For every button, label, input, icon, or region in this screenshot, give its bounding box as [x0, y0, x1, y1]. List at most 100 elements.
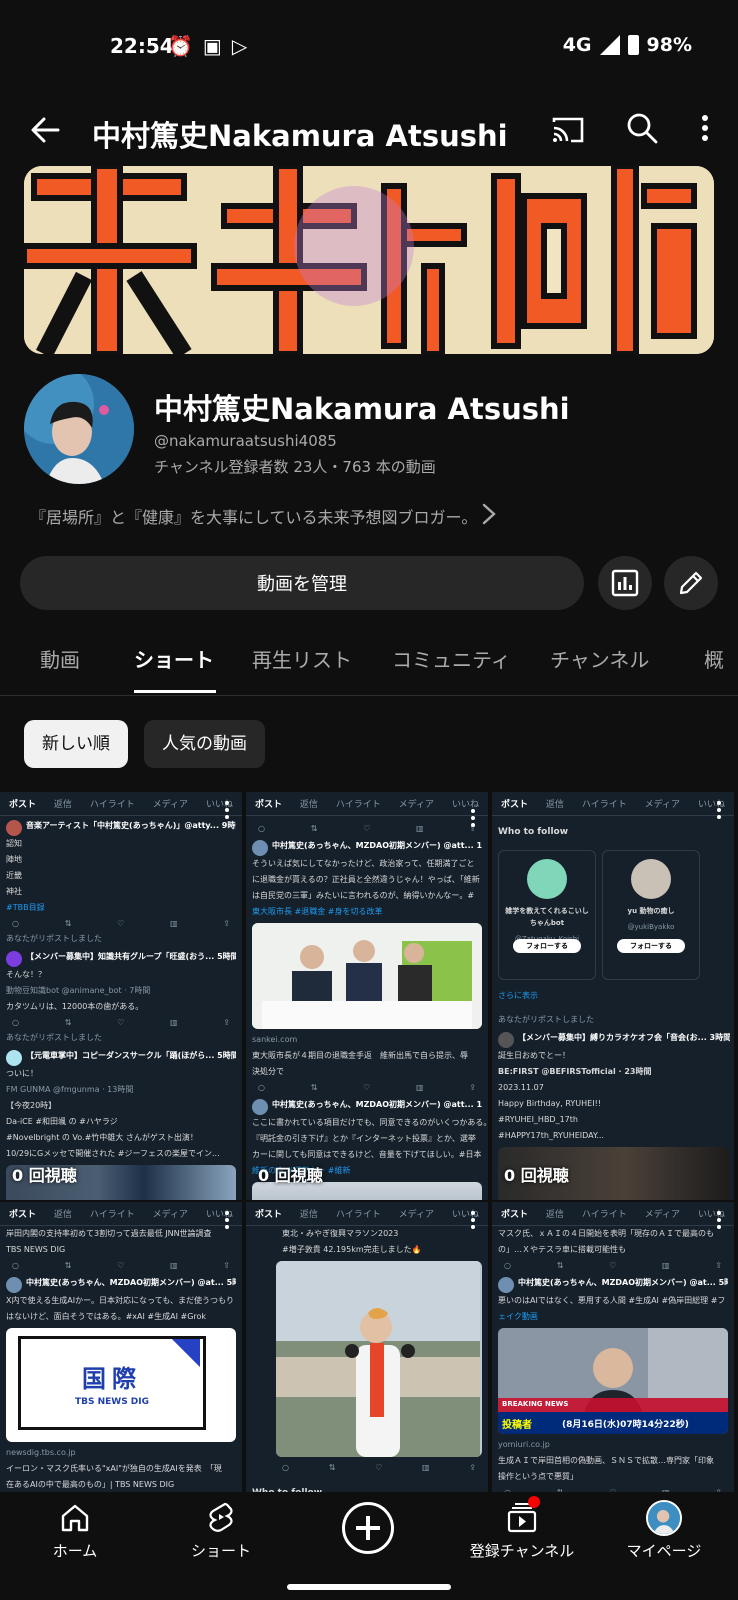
channel-banner — [24, 166, 714, 354]
nav-mypage-label: マイページ — [626, 1542, 702, 1560]
more-vert-icon[interactable] — [716, 1210, 722, 1230]
download-icon: ▣ — [202, 34, 222, 58]
avatar — [6, 951, 22, 967]
tab-community[interactable]: コミュニティ — [392, 644, 511, 673]
status-bar: 22:54 ⏰ ▣ ▷ 4G 98% — [0, 0, 738, 96]
post-text: そんな！？ — [6, 970, 46, 979]
post-author: 中村篤史(あっちゃん、MZDAO初期メンバー) @at... 5時間 — [26, 1278, 236, 1287]
nav-subscriptions-label: 登録チャンネル — [469, 1542, 575, 1560]
more-vert-icon[interactable] — [690, 110, 720, 146]
status-system-icons: 4G 98% — [563, 34, 692, 56]
post-text: 東北・みやぎ復興マラソン2023 — [282, 1229, 399, 1238]
avatar — [527, 859, 567, 899]
avatar — [646, 1500, 682, 1536]
x-tab: ハイライト — [89, 800, 135, 810]
edit-channel-button[interactable] — [664, 556, 718, 610]
channel-description[interactable]: 『居場所』と『健康』を大事にしている未来予想図ブロガー。 — [30, 504, 477, 528]
follow-button[interactable]: フォローする — [617, 939, 685, 953]
search-icon[interactable] — [624, 110, 660, 146]
sort-newest-chip[interactable]: 新しい順 — [24, 720, 128, 768]
post-text: 誕生日おめでとー！ — [498, 1051, 570, 1060]
post-hashtag: ェイク動画 — [498, 1312, 538, 1321]
post-text: はないけど、面白そうではある。#xAI #生成AI #Grok — [6, 1312, 207, 1321]
short-card[interactable]: ポスト 返信 ハイライト メディア いいね Who to follow 雑学を教えてくれ… — [492, 792, 736, 1200]
link-title: 決処分で — [252, 1067, 284, 1076]
x-tab-bar: ポスト 返信 ハイライト メディア いいね — [492, 792, 734, 816]
view-count: 0 回視聴 — [12, 1166, 77, 1185]
channel-avatar[interactable] — [24, 374, 134, 484]
who-to-follow-heading: Who to follow — [498, 827, 569, 837]
nav-subscriptions[interactable]: 登録チャンネル — [452, 1492, 592, 1568]
post-actions: ○⇅♡▥⇪ — [12, 919, 230, 928]
more-vert-icon[interactable] — [224, 800, 230, 820]
post-author: 【メンバー募集中】知識共有グループ「旺盛(おう... 5時間 — [26, 952, 236, 961]
post-text: 2023.11.07 — [498, 1083, 544, 1092]
short-card[interactable]: ポスト 返信 ハイライト メディア いいね ○ ⇅ ♡ ▥ ⇪ 中村篤史(あっちゃん、MZDAO… — [246, 792, 490, 1200]
nav-home[interactable]: ホーム — [40, 1492, 110, 1568]
post-text: Da-iCE #和田颯 の #ハヤラジ — [6, 1117, 118, 1126]
more-vert-icon[interactable] — [716, 800, 722, 820]
more-vert-icon[interactable] — [470, 808, 476, 828]
follow-suggestion[interactable]: yu 動物の癒し @yukiByakko フォローする — [602, 850, 700, 980]
post-text: カーに関しても同意はできるけど、音量を下げてほしい。#日本 — [252, 1150, 482, 1159]
nav-shorts[interactable]: ショート — [176, 1492, 266, 1568]
tab-playlists[interactable]: 再生リスト — [252, 644, 352, 673]
repost-note: あなたがリポストしました — [6, 1033, 102, 1042]
post-text: 『明託金の引き下げ』とか『インターネット投票』とか、選挙 — [252, 1134, 476, 1143]
post-actions: ○⇅♡▥⇪ — [504, 1261, 722, 1270]
avatar — [498, 1032, 514, 1048]
tab-about[interactable]: 概 — [704, 644, 724, 673]
post-text: Happy Birthday, RYUHEI!! — [498, 1099, 601, 1108]
link-title: 操作という点で悪質」 — [498, 1472, 578, 1481]
post-text: 悪いのはAIではなく、悪用する人間 #生成AI #偽岸田総理 #フ — [498, 1296, 726, 1305]
post-image: 国際 TBS NEWS DIG — [6, 1328, 236, 1442]
more-vert-icon[interactable] — [224, 1210, 230, 1230]
nav-mypage[interactable]: マイページ — [614, 1492, 714, 1568]
x-tab: ハイライト — [335, 1210, 381, 1220]
link-title: 東大阪市長が４期目の退職金手返 維新出馬で自ら提示、辱 — [252, 1051, 468, 1060]
x-tab: 返信 — [53, 800, 72, 810]
status-notification-icons: ⏰ ▣ ▷ — [168, 34, 247, 58]
post-text: に退職金が貰えるの？正社員と全然違うじゃん！やっぱ、「維新 — [252, 875, 480, 884]
channel-name: 中村篤史Nakamura Atsushi — [154, 392, 570, 426]
back-arrow-icon[interactable] — [26, 110, 66, 150]
tab-videos[interactable]: 動画 — [40, 644, 80, 673]
post-text: は自民党の三軍」みたいに言われるのが、納得いかんなー。# — [252, 891, 475, 900]
cast-icon[interactable] — [550, 112, 586, 148]
follow-name: yu 動物の癒し — [627, 907, 675, 915]
show-more-link[interactable]: さらに表示 — [492, 988, 734, 1004]
post-actions: ○⇅♡▥⇪ — [12, 1018, 230, 1027]
post-text: #HAPPY17th_RYUHEIDAY... — [498, 1131, 604, 1140]
x-tab-bar: ポスト 返信 ハイライト メディア いいね — [246, 792, 488, 816]
battery-icon — [627, 35, 639, 55]
post-author: 音楽アーティスト「中村篤史(あっちゃん)」@atty... 9時間 — [26, 821, 236, 830]
chevron-right-icon[interactable] — [478, 500, 500, 528]
avatar — [6, 1050, 22, 1066]
avatar — [6, 820, 22, 836]
avatar — [252, 840, 268, 856]
more-vert-icon[interactable] — [470, 1210, 476, 1230]
follow-name: 雑学を教えてくれるこいしちゃんbot — [505, 907, 589, 927]
short-card[interactable]: ポスト 返信 ハイライト メディア いいね 音楽アーティスト「中村篤史(あっちゃん)」@… — [0, 792, 244, 1200]
notification-dot — [528, 1496, 540, 1508]
follow-suggestion[interactable]: 雑学を教えてくれるこいしちゃんbot @Zatugaku_Koishi フォロー… — [498, 850, 596, 980]
tab-channels[interactable]: チャンネル — [550, 644, 649, 673]
x-tab: ポスト — [500, 800, 528, 810]
tab-shorts[interactable]: ショート — [134, 644, 214, 673]
x-tab: ポスト — [500, 1210, 528, 1220]
repost-note: あなたがリポストしました — [498, 1015, 594, 1024]
post-image — [252, 923, 482, 1029]
link-title: イーロン・マスク氏率いる"xAI"が独自の生成AIを発表 「現 — [6, 1464, 222, 1473]
nav-home-label: ホーム — [52, 1542, 98, 1560]
x-tab: 返信 — [299, 1210, 318, 1220]
analytics-button[interactable] — [598, 556, 652, 610]
create-button[interactable] — [338, 1492, 398, 1568]
sort-popular-chip[interactable]: 人気の動画 — [144, 720, 265, 768]
manage-videos-button[interactable]: 動画を管理 — [20, 556, 584, 610]
post-image — [276, 1261, 482, 1457]
post-author: 【メンバー募集中】縛りカラオケオフ会「音会(お... 3時間 — [518, 1033, 730, 1042]
follow-button[interactable]: フォローする — [513, 939, 581, 953]
link-title: の」…Ｘやテスラ車に搭載可能性も — [498, 1245, 626, 1254]
x-tab-bar: ポスト 返信 ハイライト メディア いいね — [0, 792, 242, 816]
post-text: 神社 — [6, 887, 22, 896]
